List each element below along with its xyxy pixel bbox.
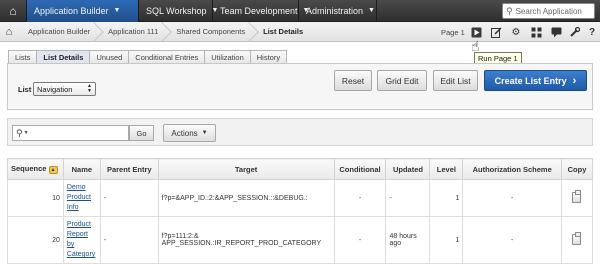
list-entry-link[interactable]: Product Report by Category (67, 220, 97, 260)
nav-tab-sql-workshop[interactable]: SQL Workshop ▼ (139, 0, 218, 22)
cell-level: 1 (429, 179, 464, 217)
search-input[interactable] (515, 6, 596, 16)
nav-tab-label: SQL Workshop (146, 5, 207, 16)
cell-sequence: 20 (7, 216, 64, 264)
help-icon: ? (588, 26, 596, 38)
tab-lists[interactable]: Lists (8, 50, 38, 64)
cell-updated: 48 hours ago (385, 216, 431, 264)
page-label: Page 1 (441, 28, 465, 37)
copy-icon[interactable] (572, 231, 582, 245)
column-header-level[interactable]: Level (429, 158, 464, 180)
copy-icon[interactable] (572, 189, 582, 203)
home-icon[interactable]: ⌂ (0, 0, 27, 22)
cell-conditional: - (333, 216, 387, 264)
nav-tab-label: Team Development (220, 5, 298, 16)
actions-menu-button[interactable]: Actions ▼ (163, 124, 216, 142)
feedback-button[interactable] (546, 22, 566, 42)
nav-tab-administration[interactable]: Administration ▼ (299, 0, 377, 22)
cell-name: Product Report by Category (62, 216, 101, 264)
search-application[interactable]: ⚲ (502, 3, 596, 19)
cell-updated: - (385, 179, 431, 217)
top-nav: ⌂ Application Builder ▼ SQL Workshop ▼ Tea… (0, 0, 600, 22)
tab-bar: Lists List Details Unused Conditional En… (8, 50, 288, 64)
breadcrumb-item[interactable]: Shared Components (166, 22, 253, 42)
play-icon (471, 27, 481, 37)
cell-authorization-scheme: - (462, 179, 562, 217)
list-select[interactable]: Navigation ▲ ▼ (33, 82, 96, 96)
search-icon: ⚲ (506, 5, 513, 16)
column-header-conditional[interactable]: Conditional (333, 158, 387, 180)
nav-tab-label: Administration (306, 5, 364, 16)
column-header-target[interactable]: Target (157, 158, 335, 180)
comment-icon (551, 27, 561, 37)
chevron-down-icon[interactable]: ▼ (24, 130, 29, 136)
wrench-icon (569, 26, 580, 37)
create-list-entry-button[interactable]: Create List Entry › (484, 70, 587, 91)
developer-toolbar-button[interactable] (564, 22, 584, 42)
column-header-copy[interactable]: Copy (560, 158, 594, 180)
cell-sequence: 10 (7, 179, 64, 217)
column-header-parent-entry[interactable]: Parent Entry (99, 158, 159, 180)
chevron-right-icon: › (572, 74, 577, 87)
nav-tab-team-development[interactable]: Team Development ▼ (213, 0, 309, 22)
breadcrumb-current: List Details (263, 27, 304, 36)
list-entry-link[interactable]: Demo Product Info (67, 183, 97, 213)
home-icon[interactable]: ⌂ (0, 22, 18, 42)
cell-copy (560, 179, 594, 217)
tab-history[interactable]: History (249, 50, 288, 64)
table-row: 20 Product Report by Category - f?p=111:… (7, 216, 594, 264)
cell-parent-entry: - (99, 179, 159, 217)
report-search-input[interactable]: ⚲ ▼ (12, 125, 129, 141)
edit-list-button[interactable]: Edit List (433, 70, 478, 91)
reset-button[interactable]: Reset (334, 70, 372, 91)
list-entries-table: Sequence ▲ Name Parent Entry Target Cond… (7, 158, 594, 264)
tab-list-details[interactable]: List Details (36, 50, 91, 64)
cell-name: Demo Product Info (62, 179, 101, 217)
sort-ascending-icon[interactable]: ▲ (48, 165, 58, 174)
select-arrows-icon: ▲ ▼ (87, 83, 92, 94)
grid-edit-button[interactable]: Grid Edit (377, 70, 427, 91)
table-header-row: Sequence ▲ Name Parent Entry Target Cond… (7, 158, 594, 180)
nav-tab-label: Application Builder (34, 5, 109, 16)
cell-copy (560, 216, 594, 264)
column-header-name[interactable]: Name (62, 158, 101, 180)
table-row: 10 Demo Product Info - f?p=&APP_ID.:2:&A… (7, 179, 594, 217)
utilities-button[interactable] (526, 22, 546, 42)
list-select-label: List (18, 85, 32, 94)
actions-label: Actions (171, 128, 198, 138)
chevron-down-icon: ▼ (368, 7, 375, 14)
column-header-authorization-scheme[interactable]: Authorization Scheme (462, 158, 562, 180)
gear-icon: ⚙ (511, 26, 521, 38)
cell-authorization-scheme: - (462, 216, 562, 264)
column-header-updated[interactable]: Updated (385, 158, 431, 180)
cell-target: f?p=111:2:& APP_SESSION.:IR_REPORT_PROD_… (157, 216, 335, 264)
tab-conditional-entries[interactable]: Conditional Entries (128, 50, 206, 64)
cell-level: 1 (429, 216, 464, 264)
shared-components-button[interactable]: ⚙ (506, 22, 526, 42)
go-button[interactable]: Go (129, 125, 154, 141)
search-icon[interactable]: ⚲ (16, 128, 23, 139)
chevron-down-icon: ▼ (113, 7, 121, 14)
cell-target: f?p=&APP_ID.:2:&APP_SESSION.::&DEBUG.: (157, 179, 335, 217)
tab-utilization[interactable]: Utilization (204, 50, 251, 64)
cell-parent-entry: - (99, 216, 159, 264)
edit-page-button[interactable] (486, 22, 506, 42)
list-select-value: Navigation (37, 84, 73, 94)
create-list-entry-label: Create List Entry (494, 75, 567, 86)
nav-tab-application-builder[interactable]: Application Builder ▼ (27, 0, 139, 22)
breadcrumb-item[interactable]: Application 111 (98, 22, 166, 42)
help-button[interactable]: ? (582, 22, 600, 42)
chevron-down-icon: ▼ (201, 130, 208, 136)
column-header-sequence[interactable]: Sequence ▲ (7, 158, 64, 180)
grid-icon (531, 27, 541, 37)
breadcrumb-item[interactable]: Application Builder (18, 22, 98, 42)
tab-unused[interactable]: Unused (89, 50, 130, 64)
edit-icon (490, 26, 502, 38)
cell-conditional: - (333, 179, 387, 217)
